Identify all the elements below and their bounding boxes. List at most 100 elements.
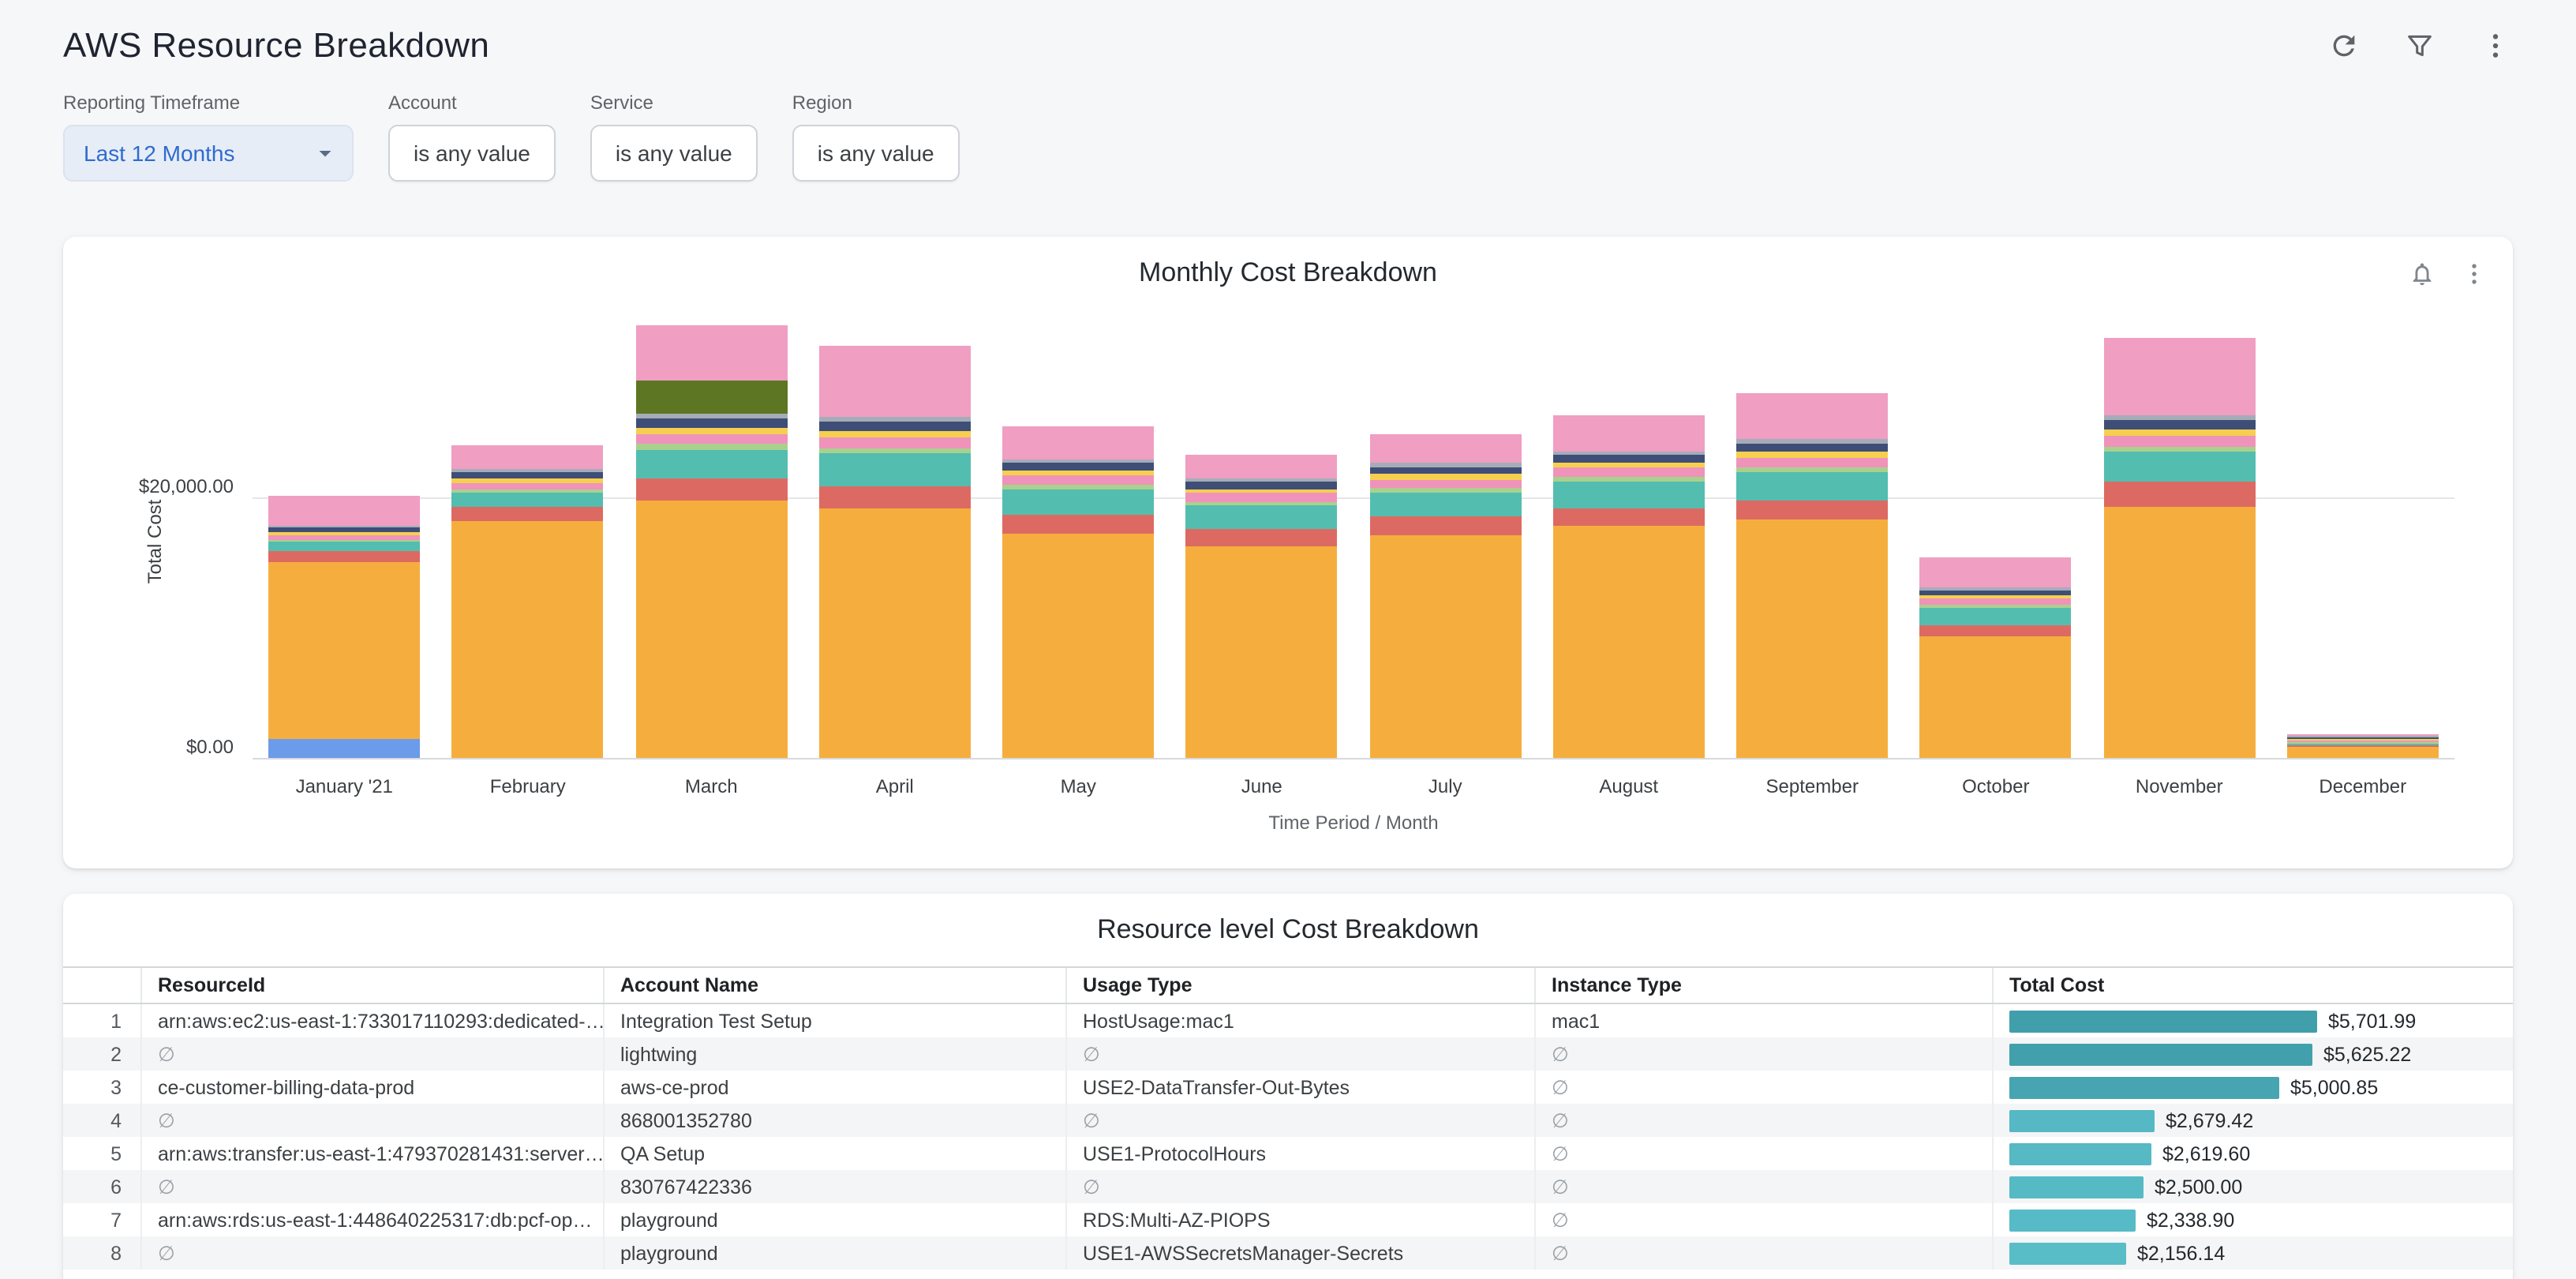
stacked-bar[interactable] bbox=[1186, 455, 1338, 758]
bar-segment-navy[interactable] bbox=[1736, 444, 1888, 452]
bar-segment-teal[interactable] bbox=[1186, 505, 1338, 529]
stacked-bar[interactable] bbox=[1736, 394, 1888, 758]
cell-total-cost[interactable]: $2,500.00 bbox=[1994, 1170, 2513, 1203]
bar-segment-red[interactable] bbox=[1553, 508, 1705, 526]
bar-segment-pink[interactable] bbox=[1553, 468, 1705, 478]
bar-segment-rose[interactable] bbox=[1553, 416, 1705, 452]
bar-segment-pink[interactable] bbox=[2103, 436, 2255, 447]
bar-segment-red[interactable] bbox=[268, 551, 420, 563]
bar-segment-mint[interactable] bbox=[819, 448, 971, 453]
cell-usage-type[interactable]: USE2-DataTransfer-Out-Bytes bbox=[1067, 1071, 1536, 1104]
cell-usage-type[interactable]: USE1-AWSSecretsManager-Secrets bbox=[1067, 1236, 1536, 1270]
bar-segment-mint[interactable] bbox=[635, 444, 787, 449]
bar-segment-yellow[interactable] bbox=[1002, 471, 1154, 476]
bar-segment-mint[interactable] bbox=[2103, 447, 2255, 452]
cell-resource-id[interactable]: ∅ bbox=[142, 1236, 605, 1270]
bar-segment-teal[interactable] bbox=[268, 542, 420, 551]
cell-instance-type[interactable]: ∅ bbox=[1536, 1104, 1994, 1137]
bar-segment-red[interactable] bbox=[452, 507, 604, 521]
bar-segment-rose[interactable] bbox=[1186, 455, 1338, 478]
bar-segment-red[interactable] bbox=[1186, 529, 1338, 546]
cell-account-name[interactable]: lightwing bbox=[605, 1037, 1067, 1071]
bar-segment-navy[interactable] bbox=[2103, 421, 2255, 430]
bar-segment-navy[interactable] bbox=[1553, 455, 1705, 463]
bar-segment-amber[interactable] bbox=[1186, 546, 1338, 758]
bar-segment-teal[interactable] bbox=[1369, 492, 1521, 516]
cell-instance-type[interactable]: ∅ bbox=[1536, 1170, 1994, 1203]
bar-segment-amber[interactable] bbox=[1736, 519, 1888, 758]
bar-segment-yellow[interactable] bbox=[819, 431, 971, 437]
bar-segment-red[interactable] bbox=[1002, 514, 1154, 534]
bar-segment-teal[interactable] bbox=[2103, 452, 2255, 482]
cell-account-name[interactable]: playground bbox=[605, 1236, 1067, 1270]
bar-segment-rose[interactable] bbox=[268, 496, 420, 526]
stacked-bar[interactable] bbox=[1920, 557, 2072, 758]
cell-account-name[interactable]: 830767422336 bbox=[605, 1170, 1067, 1203]
cell-total-cost[interactable]: $2,679.42 bbox=[1994, 1104, 2513, 1137]
cell-usage-type[interactable]: ∅ bbox=[1067, 1170, 1536, 1203]
cell-total-cost[interactable]: $5,701.99 bbox=[1994, 1004, 2513, 1037]
bar-segment-yellow[interactable] bbox=[1553, 463, 1705, 468]
bar-segment-amber[interactable] bbox=[2287, 747, 2439, 758]
cell-resource-id[interactable]: ∅ bbox=[142, 1104, 605, 1137]
service-filter-button[interactable]: is any value bbox=[590, 125, 758, 182]
region-filter-button[interactable]: is any value bbox=[792, 125, 960, 182]
bar-segment-amber[interactable] bbox=[1553, 526, 1705, 758]
bar-segment-amber[interactable] bbox=[2103, 507, 2255, 758]
cell-resource-id[interactable]: arn:aws:ec2:us-east-1:733017110293:dedic… bbox=[142, 1004, 605, 1037]
cell-total-cost[interactable]: $2,156.14 bbox=[1994, 1236, 2513, 1270]
bar-segment-pink[interactable] bbox=[452, 482, 604, 489]
cell-account-name[interactable]: QA Setup bbox=[605, 1137, 1067, 1170]
bar-segment-red[interactable] bbox=[819, 486, 971, 508]
cell-instance-type[interactable]: ∅ bbox=[1536, 1071, 1994, 1104]
cell-total-cost[interactable]: $2,338.90 bbox=[1994, 1203, 2513, 1236]
bar-segment-pink[interactable] bbox=[819, 437, 971, 448]
bar-segment-navy[interactable] bbox=[1369, 467, 1521, 474]
bar-segment-amber[interactable] bbox=[819, 508, 971, 758]
bar-segment-pink[interactable] bbox=[1186, 493, 1338, 501]
stacked-bar[interactable] bbox=[819, 347, 971, 758]
bar-segment-amber[interactable] bbox=[1002, 534, 1154, 758]
bar-segment-yellow[interactable] bbox=[1736, 452, 1888, 458]
bar-segment-rose[interactable] bbox=[2103, 338, 2255, 416]
bar-segment-teal[interactable] bbox=[635, 449, 787, 479]
column-header-instance-type[interactable]: Instance Type bbox=[1536, 968, 1994, 1003]
bar-segment-red[interactable] bbox=[2103, 482, 2255, 506]
cell-resource-id[interactable]: ce-customer-billing-data-prod bbox=[142, 1071, 605, 1104]
cell-account-name[interactable]: aws-ce-prod bbox=[605, 1071, 1067, 1104]
bar-segment-teal[interactable] bbox=[1002, 489, 1154, 514]
bar-segment-red[interactable] bbox=[1369, 517, 1521, 535]
cell-resource-id[interactable]: arn:aws:transfer:us-east-1:479370281431:… bbox=[142, 1137, 605, 1170]
alert-bell-icon[interactable] bbox=[2407, 259, 2436, 287]
stacked-bar[interactable] bbox=[1369, 434, 1521, 758]
column-header-total-cost[interactable]: Total Cost bbox=[1994, 968, 2513, 1003]
bar-segment-navy[interactable] bbox=[635, 418, 787, 428]
stacked-bar[interactable] bbox=[1553, 416, 1705, 758]
bar-segment-rose[interactable] bbox=[819, 347, 971, 417]
column-header-resource-id[interactable]: ResourceId bbox=[142, 968, 605, 1003]
bar-segment-pink[interactable] bbox=[1369, 479, 1521, 488]
more-vert-icon[interactable] bbox=[2459, 259, 2488, 287]
bar-segment-amber[interactable] bbox=[635, 500, 787, 758]
cell-usage-type[interactable]: ∅ bbox=[1067, 1037, 1536, 1071]
column-header-usage-type[interactable]: Usage Type bbox=[1067, 968, 1536, 1003]
cell-instance-type[interactable]: ∅ bbox=[1536, 1137, 1994, 1170]
bar-segment-teal[interactable] bbox=[1736, 473, 1888, 501]
cell-account-name[interactable]: Integration Test Setup bbox=[605, 1004, 1067, 1037]
bar-segment-navy[interactable] bbox=[452, 473, 604, 478]
bar-segment-teal[interactable] bbox=[1920, 608, 2072, 624]
bar-segment-rose[interactable] bbox=[1369, 434, 1521, 463]
bar-segment-navy[interactable] bbox=[1002, 463, 1154, 471]
bar-segment-teal[interactable] bbox=[1553, 482, 1705, 508]
bar-segment-navy[interactable] bbox=[1186, 482, 1338, 489]
bar-segment-rose[interactable] bbox=[635, 325, 787, 380]
bar-segment-rose[interactable] bbox=[1002, 426, 1154, 459]
bar-segment-yellow[interactable] bbox=[635, 428, 787, 433]
bar-segment-teal[interactable] bbox=[452, 492, 604, 506]
bar-segment-yellow[interactable] bbox=[2103, 430, 2255, 437]
cell-total-cost[interactable]: $5,625.22 bbox=[1994, 1037, 2513, 1071]
cell-instance-type[interactable]: mac1 bbox=[1536, 1004, 1994, 1037]
bar-segment-rose[interactable] bbox=[1920, 557, 2072, 587]
stacked-bar[interactable] bbox=[452, 444, 604, 758]
cell-total-cost[interactable]: $5,000.85 bbox=[1994, 1071, 2513, 1104]
